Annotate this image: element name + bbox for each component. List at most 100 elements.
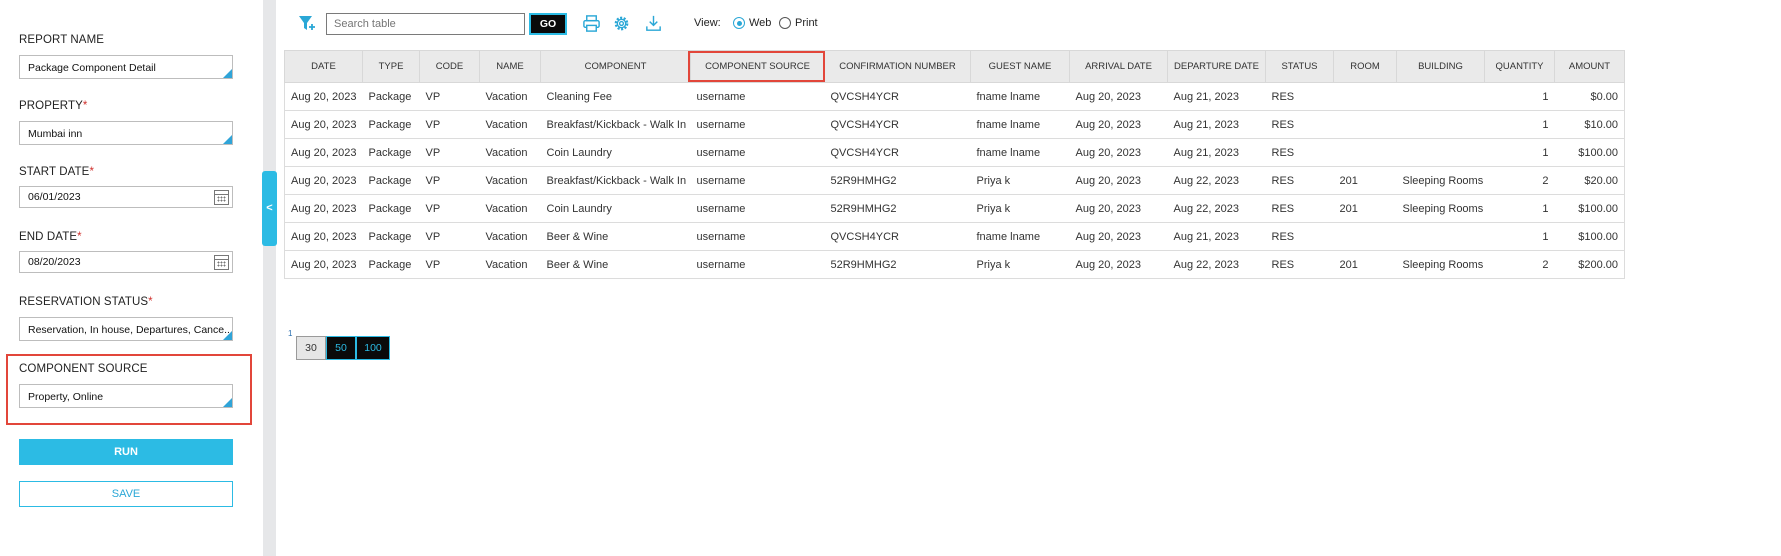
- cell-date: Aug 20, 2023: [284, 138, 363, 167]
- panel-divider: [263, 0, 276, 556]
- print-icon[interactable]: [582, 14, 601, 33]
- reservation-status-label: RESERVATION STATUS*: [19, 296, 153, 308]
- cell-status: RES: [1265, 110, 1334, 139]
- table-row[interactable]: Aug 20, 2023 Package VP Vacation Breakfast/K…: [284, 110, 1625, 139]
- cell-building: [1396, 222, 1485, 251]
- filter-icon[interactable]: [297, 13, 317, 33]
- cell-quantity: 2: [1484, 250, 1555, 279]
- cell-code: VP: [419, 222, 480, 251]
- end-date-field[interactable]: 08/20/2023: [19, 251, 233, 273]
- property-label: PROPERTY*: [19, 100, 88, 112]
- component-source-label: COMPONENT SOURCE: [19, 363, 148, 375]
- cell-name: Vacation: [479, 82, 541, 111]
- cell-confirmation-number: QVCSH4YCR: [824, 138, 971, 167]
- column-header-type[interactable]: TYPE: [362, 50, 420, 83]
- cell-component: Cleaning Fee: [540, 82, 691, 111]
- cell-code: VP: [419, 110, 480, 139]
- cell-confirmation-number: QVCSH4YCR: [824, 82, 971, 111]
- view-print-label: Print: [795, 17, 818, 29]
- column-header-quantity[interactable]: QUANTITY: [1484, 50, 1555, 83]
- cell-building: [1396, 110, 1485, 139]
- collapse-panel-button[interactable]: <: [262, 171, 277, 246]
- cell-room: [1333, 110, 1397, 139]
- column-header-component[interactable]: COMPONENT: [540, 50, 691, 83]
- cell-building: [1396, 138, 1485, 167]
- column-header-code[interactable]: CODE: [419, 50, 480, 83]
- start-date-field[interactable]: 06/01/2023: [19, 186, 233, 208]
- cell-guest-name: fname lname: [970, 110, 1070, 139]
- cell-guest-name: fname lname: [970, 138, 1070, 167]
- cell-component: Beer & Wine: [540, 250, 691, 279]
- calendar-icon[interactable]: [214, 255, 229, 270]
- column-header-confirmation-number[interactable]: CONFIRMATION NUMBER: [824, 50, 971, 83]
- cell-component: Breakfast/Kickback - Walk In: [540, 166, 691, 195]
- cell-code: VP: [419, 82, 480, 111]
- calendar-icon[interactable]: [214, 190, 229, 205]
- cell-name: Vacation: [479, 110, 541, 139]
- column-header-arrival-date[interactable]: ARRIVAL DATE: [1069, 50, 1168, 83]
- cell-amount: $10.00: [1554, 110, 1625, 139]
- view-label: View:: [694, 17, 721, 29]
- cell-arrival-date: Aug 20, 2023: [1069, 138, 1168, 167]
- view-print-radio[interactable]: [779, 17, 791, 29]
- resize-corner-icon: [223, 69, 232, 78]
- column-header-room[interactable]: ROOM: [1333, 50, 1397, 83]
- download-icon[interactable]: [644, 14, 663, 33]
- cell-departure-date: Aug 21, 2023: [1167, 222, 1266, 251]
- cell-departure-date: Aug 22, 2023: [1167, 194, 1266, 223]
- table-row[interactable]: Aug 20, 2023 Package VP Vacation Beer & Wine…: [284, 222, 1625, 251]
- cell-type: Package: [362, 194, 420, 223]
- reservation-status-field[interactable]: Reservation, In house, Departures, Cance…: [19, 317, 233, 341]
- save-button[interactable]: SAVE: [19, 481, 233, 507]
- cell-arrival-date: Aug 20, 2023: [1069, 110, 1168, 139]
- cell-component-source: username: [690, 110, 825, 139]
- cell-amount: $0.00: [1554, 82, 1625, 111]
- column-header-departure-date[interactable]: DEPARTURE DATE: [1167, 50, 1266, 83]
- column-header-status[interactable]: STATUS: [1265, 50, 1334, 83]
- property-field[interactable]: Mumbai inn: [19, 121, 233, 145]
- cell-component-source: username: [690, 194, 825, 223]
- table-row[interactable]: Aug 20, 2023 Package VP Vacation Cleaning Fe…: [284, 82, 1625, 111]
- view-web-radio[interactable]: [733, 17, 745, 29]
- cell-name: Vacation: [479, 166, 541, 195]
- cell-component: Breakfast/Kickback - Walk In: [540, 110, 691, 139]
- end-date-label: END DATE*: [19, 231, 82, 243]
- cell-type: Package: [362, 138, 420, 167]
- cell-component-source: username: [690, 222, 825, 251]
- search-input[interactable]: [326, 13, 525, 35]
- cell-status: RES: [1265, 222, 1334, 251]
- column-header-building[interactable]: BUILDING: [1396, 50, 1485, 83]
- table-row[interactable]: Aug 20, 2023 Package VP Vacation Beer & Wine…: [284, 250, 1625, 279]
- column-header-guest-name[interactable]: GUEST NAME: [970, 50, 1070, 83]
- cell-confirmation-number: QVCSH4YCR: [824, 110, 971, 139]
- cell-component-source: username: [690, 166, 825, 195]
- report-name-field[interactable]: Package Component Detail: [19, 55, 233, 79]
- cell-code: VP: [419, 194, 480, 223]
- cell-quantity: 1: [1484, 110, 1555, 139]
- cell-guest-name: fname lname: [970, 82, 1070, 111]
- cell-status: RES: [1265, 250, 1334, 279]
- column-header-name[interactable]: NAME: [479, 50, 541, 83]
- table-row[interactable]: Aug 20, 2023 Package VP Vacation Coin Laundr…: [284, 194, 1625, 223]
- cell-status: RES: [1265, 166, 1334, 195]
- current-page-number[interactable]: 1: [288, 329, 292, 338]
- cell-departure-date: Aug 22, 2023: [1167, 250, 1266, 279]
- column-header-date[interactable]: DATE: [284, 50, 363, 83]
- cell-quantity: 1: [1484, 194, 1555, 223]
- page-size-100-button[interactable]: 100: [356, 336, 390, 360]
- go-button[interactable]: GO: [529, 13, 567, 35]
- table-row[interactable]: Aug 20, 2023 Package VP Vacation Breakfast/K…: [284, 166, 1625, 195]
- page-size-30-button[interactable]: 30: [296, 336, 326, 360]
- cell-amount: $20.00: [1554, 166, 1625, 195]
- column-header-amount[interactable]: AMOUNT: [1554, 50, 1625, 83]
- component-source-field[interactable]: Property, Online: [19, 384, 233, 408]
- page-size-50-button[interactable]: 50: [326, 336, 356, 360]
- cell-arrival-date: Aug 20, 2023: [1069, 194, 1168, 223]
- cell-room: 201: [1333, 194, 1397, 223]
- resize-corner-icon: [223, 331, 232, 340]
- table-row[interactable]: Aug 20, 2023 Package VP Vacation Coin Laundr…: [284, 138, 1625, 167]
- settings-icon[interactable]: [612, 14, 631, 33]
- cell-status: RES: [1265, 82, 1334, 111]
- cell-status: RES: [1265, 138, 1334, 167]
- run-button[interactable]: RUN: [19, 439, 233, 465]
